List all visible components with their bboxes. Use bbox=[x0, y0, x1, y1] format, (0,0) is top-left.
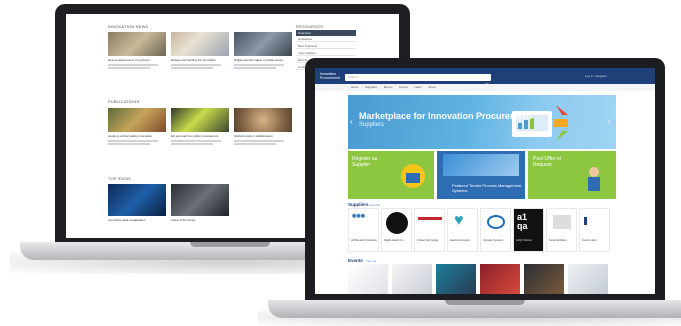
supplier-card[interactable]: Digital Health Co bbox=[381, 208, 412, 252]
idea-card-1[interactable]: Innovative data visualization bbox=[108, 184, 166, 226]
card-title: Budget and funding for innovation bbox=[171, 58, 216, 62]
supplier-logo: ◉◉◉ bbox=[352, 213, 366, 219]
hero-title: Marketplace for Innovation Procurement bbox=[359, 111, 532, 121]
supplier-logo bbox=[487, 215, 505, 229]
sidebar-item-guidelines[interactable]: Guidelines bbox=[296, 37, 356, 42]
publication-card-1[interactable]: Guide to school safety innovation bbox=[108, 108, 166, 150]
supplier-card[interactable]: Citywise Systems bbox=[480, 208, 511, 252]
sidebar-item-overview[interactable]: Overview bbox=[296, 30, 356, 36]
hero-subtitle: Suppliers bbox=[359, 122, 385, 128]
card-title: Digital transformation in public sector bbox=[234, 58, 284, 62]
nav-item-news[interactable]: News bbox=[415, 85, 422, 89]
supplier-logo bbox=[584, 217, 609, 225]
events-view-all-link[interactable]: View all bbox=[366, 259, 376, 263]
supplier-name: All Biometric Solutions bbox=[351, 239, 377, 242]
nav-item-about[interactable]: About bbox=[428, 85, 435, 89]
publication-card-2[interactable]: EU approach to public procurement bbox=[171, 108, 229, 150]
supplier-card[interactable]: ◉◉◉ All Biometric Solutions bbox=[348, 208, 379, 252]
supplier-logo bbox=[386, 212, 408, 234]
supplier-logo bbox=[418, 217, 442, 230]
nav-item-events[interactable]: Events bbox=[399, 85, 408, 89]
nav-item-suppliers[interactable]: Suppliers bbox=[365, 85, 377, 89]
person-icon bbox=[588, 167, 600, 191]
tile-register-supplier-text: Register as Supplier bbox=[352, 156, 378, 168]
nav-item-buyers[interactable]: Buyers bbox=[384, 85, 393, 89]
hero-banner[interactable] bbox=[348, 95, 616, 149]
main-nav-bar: Home Suppliers Buyers Events News About bbox=[315, 84, 655, 91]
login-register-links[interactable]: Log in | Register bbox=[585, 74, 607, 78]
supplier-name: Smart Robotics bbox=[549, 239, 567, 242]
carousel-prev-icon[interactable]: ‹ bbox=[350, 117, 353, 126]
supplier-name: Citywise Systems bbox=[483, 239, 504, 242]
back-laptop-lip bbox=[190, 242, 270, 247]
carousel-next-icon[interactable]: › bbox=[608, 117, 611, 126]
heart-logo-icon: ♥ bbox=[454, 212, 464, 229]
card-title: Innovative data visualization bbox=[108, 218, 146, 222]
front-laptop-lip bbox=[445, 300, 525, 305]
publication-card-3[interactable]: Global trends in collaboration bbox=[234, 108, 292, 150]
supplier-name: Civitas Technology bbox=[417, 239, 439, 242]
tile-featured-tender-text: Featured Tender Process Management Syste… bbox=[452, 183, 522, 193]
event-card[interactable] bbox=[568, 264, 608, 294]
suppliers-heading: Suppliers bbox=[348, 202, 369, 207]
event-card[interactable] bbox=[480, 264, 520, 294]
search-input[interactable]: Search... bbox=[345, 74, 491, 81]
section-title-publications: PUBLICATIONS bbox=[108, 99, 140, 104]
event-card[interactable] bbox=[436, 264, 476, 294]
supplier-name: Hearts Innovation bbox=[450, 239, 471, 242]
tile-post-offer-text: Post Offer or Request bbox=[533, 156, 562, 168]
section-title-top-ideas: TOP IDEAS bbox=[108, 176, 131, 181]
sidebar-item-case-studies[interactable]: Case Studies bbox=[296, 51, 356, 56]
supplier-name: Fusion Labs bbox=[582, 239, 597, 242]
news-card-3[interactable]: Digital transformation in public sector bbox=[234, 32, 292, 74]
event-card[interactable] bbox=[392, 264, 432, 294]
supplier-card[interactable]: a1 qa A1QA Testing bbox=[513, 208, 544, 252]
supplier-name: A1QA Testing bbox=[516, 239, 532, 242]
supplier-logo: a1 qa bbox=[517, 212, 528, 231]
supplier-card[interactable]: Fusion Labs bbox=[579, 208, 610, 252]
events-heading: Events bbox=[348, 258, 363, 263]
supplier-card[interactable]: ♥ Hearts Innovation bbox=[447, 208, 478, 252]
suppliers-view-all-link[interactable]: View all bbox=[369, 203, 379, 207]
site-logo[interactable]: Innovation Procurement bbox=[320, 72, 342, 80]
card-title: Cities of the future bbox=[171, 218, 196, 222]
event-card[interactable] bbox=[524, 264, 564, 294]
supplier-name: Digital Health Co bbox=[384, 239, 404, 242]
sidebar-title: RESOURCES bbox=[296, 24, 324, 29]
sidebar-item-best-practices[interactable]: Best Practices bbox=[296, 44, 356, 49]
card-title: Global trends in collaboration bbox=[234, 134, 273, 138]
supplier-icon bbox=[401, 164, 425, 188]
hero-illustration-icon bbox=[512, 105, 568, 141]
news-card-2[interactable]: Budget and funding for innovation bbox=[171, 32, 229, 74]
supplier-card[interactable]: Smart Robotics bbox=[546, 208, 577, 252]
card-title: Guide to school safety innovation bbox=[108, 134, 153, 138]
search-icon[interactable] bbox=[485, 75, 490, 88]
news-card-1[interactable]: Recent advances in AI systems bbox=[108, 32, 166, 74]
section-title-news: INNOVATION NEWS bbox=[108, 24, 149, 29]
supplier-logo bbox=[553, 215, 571, 229]
event-card[interactable] bbox=[348, 264, 388, 294]
card-title: Recent advances in AI systems bbox=[108, 58, 150, 62]
card-title: EU approach to public procurement bbox=[171, 134, 219, 138]
nav-item-home[interactable]: Home bbox=[351, 85, 358, 89]
idea-card-2[interactable]: Cities of the future bbox=[171, 184, 229, 226]
supplier-card[interactable]: Civitas Technology bbox=[414, 208, 445, 252]
